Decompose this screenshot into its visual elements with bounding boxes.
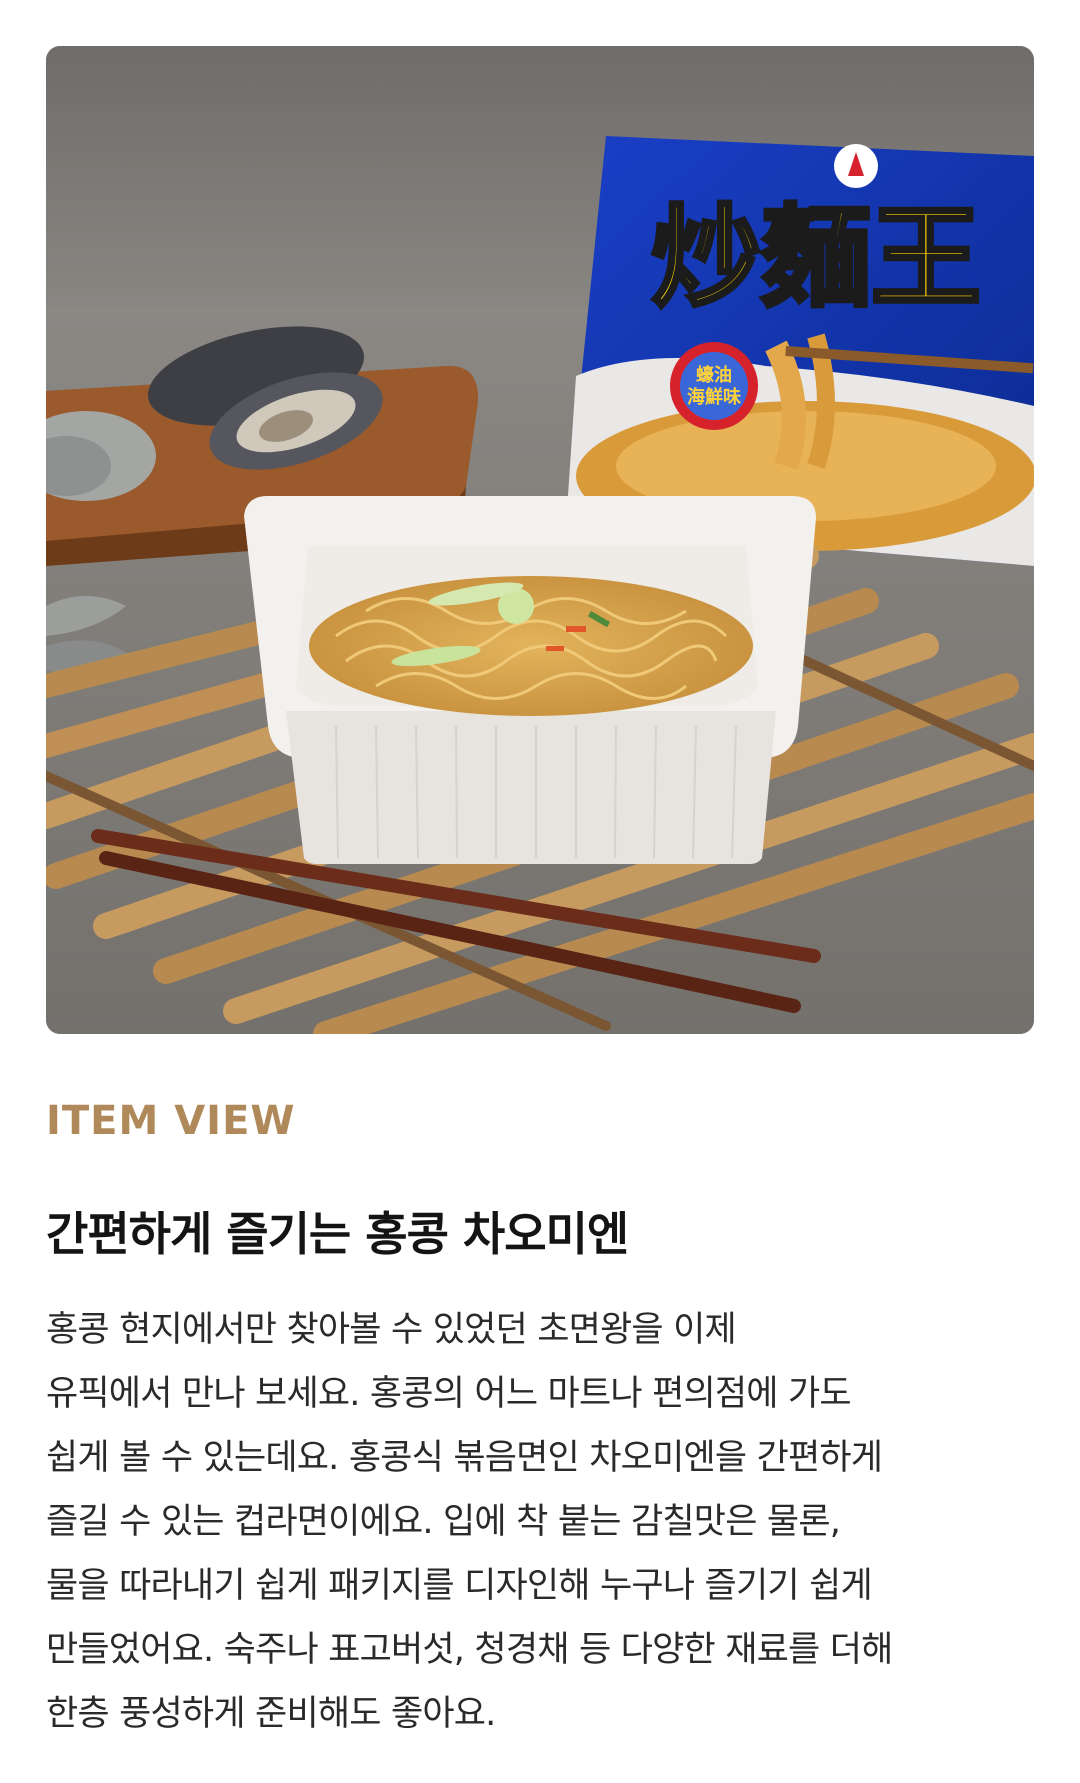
- description-line: 즐길 수 있는 컵라면이에요. 입에 착 붙는 감칠맛은 물론,: [46, 1502, 841, 1542]
- product-description: 홍콩 현지에서만 찾아볼 수 있었던 초면왕을 이제 유픽에서 만나 보세요. …: [46, 1298, 1036, 1746]
- description-line: 만들었어요. 숙주나 표고버섯, 청경채 등 다양한 재료를 더해: [46, 1630, 893, 1670]
- description-line: 홍콩 현지에서만 찾아볼 수 있었던 초면왕을 이제: [46, 1310, 737, 1350]
- svg-text:蠔油: 蠔油: [696, 364, 732, 386]
- svg-text:炒麵王: 炒麵王: [651, 194, 981, 322]
- description-line: 쉽게 볼 수 있는데요. 홍콩식 볶음면인 차오미엔을 간편하게: [46, 1438, 883, 1478]
- noodle-product-image: 蠔油 海鮮味 炒麵王: [46, 46, 1034, 1034]
- section-label: ITEM VIEW: [46, 1098, 296, 1144]
- description-line: 한층 풍성하게 준비해도 좋아요.: [46, 1694, 496, 1734]
- product-photo: 蠔油 海鮮味 炒麵王: [46, 46, 1034, 1034]
- description-line: 유픽에서 만나 보세요. 홍콩의 어느 마트나 편의점에 가도: [46, 1374, 852, 1414]
- svg-text:海鮮味: 海鮮味: [687, 386, 741, 408]
- description-line: 물을 따라내기 쉽게 패키지를 디자인해 누구나 즐기기 쉽게: [46, 1566, 873, 1606]
- product-title: 간편하게 즐기는 홍콩 차오미엔: [46, 1207, 629, 1261]
